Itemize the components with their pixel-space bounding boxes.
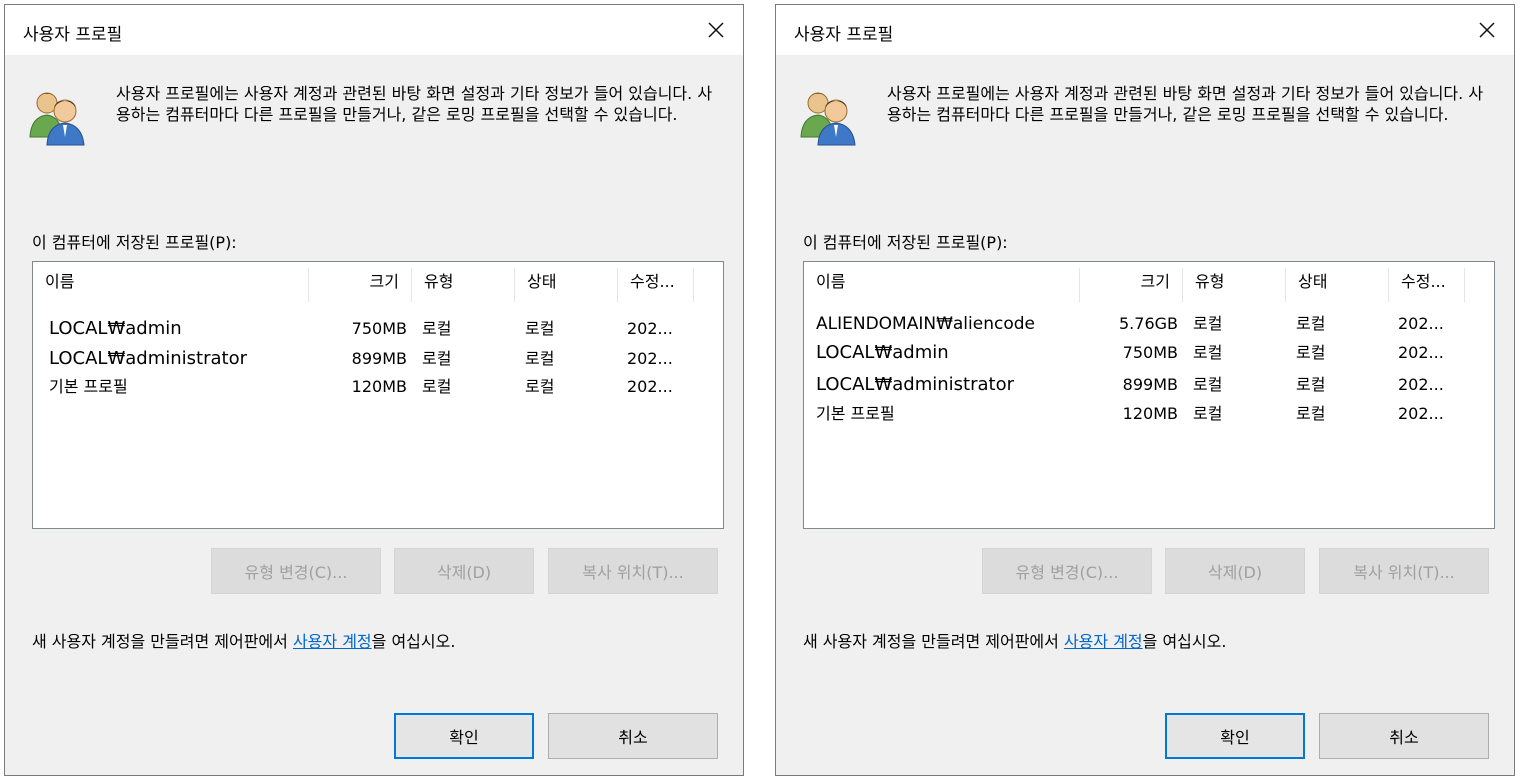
profile-size: 120MB <box>1122 404 1178 423</box>
cancel-button[interactable]: 취소 <box>1319 713 1489 759</box>
profile-name: ALIENDOMAIN₩aliencode <box>816 314 1035 334</box>
profiles-list[interactable]: 이름 크기 유형 상태 수정... LOCAL₩admin 750MB 로컬 로… <box>32 261 724 529</box>
control-panel-hint: 새 사용자 계정을 만들려면 제어판에서 사용자 계정을 여십시오. <box>803 628 1226 652</box>
profiles-list[interactable]: 이름 크기 유형 상태 수정... ALIENDOMAIN₩aliencode … <box>803 261 1495 529</box>
column-separator[interactable] <box>1464 268 1465 302</box>
list-item[interactable]: LOCAL₩admin 750MB 로컬 로컬 202... <box>804 339 1494 367</box>
copy-to-button[interactable]: 복사 위치(T)... <box>1319 548 1489 594</box>
profile-type: 로컬 <box>1193 314 1223 333</box>
profile-modified: 202... <box>627 377 673 396</box>
profile-modified: 202... <box>627 349 673 368</box>
profile-status: 로컬 <box>1296 375 1326 394</box>
list-item[interactable]: LOCAL₩admin 750MB 로컬 로컬 202... <box>33 315 723 343</box>
delete-button[interactable]: 삭제(D) <box>394 548 534 594</box>
hint-text: 새 사용자 계정을 만들려면 제어판에서 <box>32 632 293 651</box>
users-icon <box>800 92 856 146</box>
profile-status: 로컬 <box>525 377 555 396</box>
profile-size: 899MB <box>351 349 407 368</box>
hint-text: 을 여십시오. <box>371 632 456 651</box>
copy-to-button[interactable]: 복사 위치(T)... <box>548 548 718 594</box>
column-header-name[interactable]: 이름 <box>33 262 308 302</box>
dialog-title: 사용자 프로필 <box>23 25 123 45</box>
cancel-button[interactable]: 취소 <box>548 713 718 759</box>
profile-size: 750MB <box>351 319 407 338</box>
intro-text: 사용자 프로필에는 사용자 계정과 관련된 바탕 화면 설정과 기타 정보가 들… <box>116 84 713 124</box>
delete-button[interactable]: 삭제(D) <box>1165 548 1305 594</box>
column-header-status[interactable]: 상태 <box>1286 262 1388 302</box>
hint-text: 새 사용자 계정을 만들려면 제어판에서 <box>803 632 1064 651</box>
profile-status: 로컬 <box>1296 314 1326 333</box>
ok-button[interactable]: 확인 <box>394 713 534 759</box>
profiles-label: 이 컴퓨터에 저장된 프로필(P): <box>803 233 1008 252</box>
profile-size: 750MB <box>1122 343 1178 362</box>
change-type-button[interactable]: 유형 변경(C)... <box>211 548 381 594</box>
close-icon <box>708 22 724 38</box>
profile-name: 기본 프로필 <box>49 377 128 396</box>
title-bar: 사용자 프로필 <box>5 5 743 55</box>
profile-status: 로컬 <box>1296 404 1326 423</box>
control-panel-hint: 새 사용자 계정을 만들려면 제어판에서 사용자 계정을 여십시오. <box>32 628 455 652</box>
list-item[interactable]: 기본 프로필 120MB 로컬 로컬 202... <box>804 400 1494 428</box>
profile-type: 로컬 <box>422 319 452 338</box>
column-header-type[interactable]: 유형 <box>412 262 514 302</box>
user-profiles-dialog: 사용자 프로필 사용자 프로필에는 사용자 계정과 관련된 바탕 화면 설정과 … <box>775 4 1515 776</box>
profile-name: LOCAL₩administrator <box>816 374 1014 395</box>
user-accounts-link[interactable]: 사용자 계정 <box>293 632 372 651</box>
profile-status: 로컬 <box>525 319 555 338</box>
user-profiles-dialog: 사용자 프로필 사용자 프로필에는 사용자 계정과 관련된 바탕 화면 설정과 … <box>4 4 744 776</box>
profile-modified: 202... <box>1398 375 1444 394</box>
profile-name: LOCAL₩admin <box>816 342 949 363</box>
profile-type: 로컬 <box>1193 343 1223 362</box>
profile-type: 로컬 <box>1193 375 1223 394</box>
title-bar: 사용자 프로필 <box>776 5 1514 55</box>
column-header-size[interactable]: 크기 <box>1080 262 1182 302</box>
profile-name: LOCAL₩admin <box>49 318 182 339</box>
close-button[interactable] <box>699 13 733 47</box>
profile-modified: 202... <box>1398 343 1444 362</box>
profile-type: 로컬 <box>1193 404 1223 423</box>
profile-modified: 202... <box>627 319 673 338</box>
profile-name: 기본 프로필 <box>816 404 895 423</box>
intro-text: 사용자 프로필에는 사용자 계정과 관련된 바탕 화면 설정과 기타 정보가 들… <box>887 84 1484 124</box>
dialog-title: 사용자 프로필 <box>794 25 894 45</box>
column-header-name[interactable]: 이름 <box>804 262 1079 302</box>
profile-type: 로컬 <box>422 349 452 368</box>
profile-type: 로컬 <box>422 377 452 396</box>
profile-modified: 202... <box>1398 314 1444 333</box>
column-header-status[interactable]: 상태 <box>515 262 617 302</box>
profiles-label: 이 컴퓨터에 저장된 프로필(P): <box>32 233 237 252</box>
change-type-button[interactable]: 유형 변경(C)... <box>982 548 1152 594</box>
profile-size: 899MB <box>1122 375 1178 394</box>
profile-status: 로컬 <box>1296 343 1326 362</box>
list-item[interactable]: LOCAL₩administrator 899MB 로컬 로컬 202... <box>33 345 723 373</box>
profile-size: 5.76GB <box>1119 314 1178 333</box>
ok-button[interactable]: 확인 <box>1165 713 1305 759</box>
list-item[interactable]: 기본 프로필 120MB 로컬 로컬 202... <box>33 373 723 401</box>
users-icon <box>29 92 85 146</box>
list-item[interactable]: LOCAL₩administrator 899MB 로컬 로컬 202... <box>804 371 1494 399</box>
list-item[interactable]: ALIENDOMAIN₩aliencode 5.76GB 로컬 로컬 202..… <box>804 310 1494 338</box>
column-separator[interactable] <box>693 268 694 302</box>
close-button[interactable] <box>1470 13 1504 47</box>
user-accounts-link[interactable]: 사용자 계정 <box>1064 632 1143 651</box>
column-header-type[interactable]: 유형 <box>1183 262 1285 302</box>
hint-text: 을 여십시오. <box>1142 632 1227 651</box>
profile-size: 120MB <box>351 377 407 396</box>
column-header-modified[interactable]: 수정... <box>1389 262 1464 302</box>
column-header-modified[interactable]: 수정... <box>618 262 693 302</box>
close-icon <box>1479 22 1495 38</box>
column-header-size[interactable]: 크기 <box>309 262 411 302</box>
profile-modified: 202... <box>1398 404 1444 423</box>
profile-name: LOCAL₩administrator <box>49 348 247 369</box>
profile-status: 로컬 <box>525 349 555 368</box>
